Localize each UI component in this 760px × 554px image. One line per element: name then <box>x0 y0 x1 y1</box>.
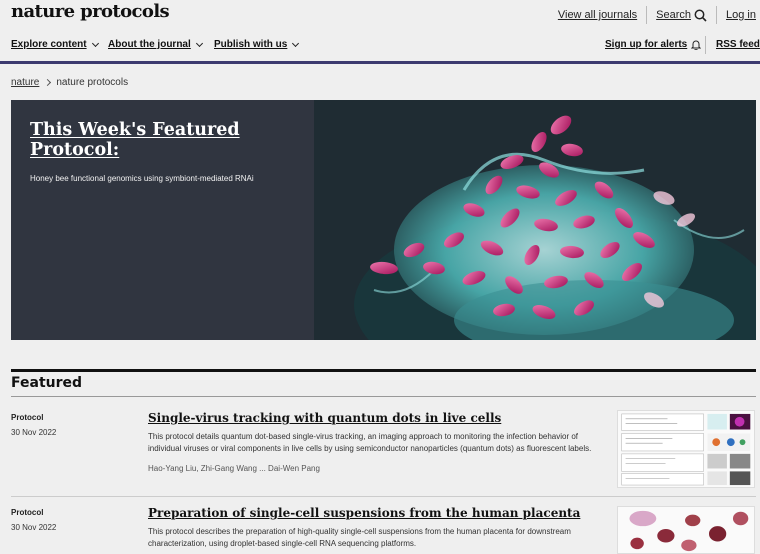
nav-publish[interactable]: Publish with us <box>214 39 300 50</box>
article-date: 30 Nov 2022 <box>11 428 57 437</box>
bell-icon <box>691 40 702 50</box>
hero-subtitle: Honey bee functional genomics using symb… <box>30 174 254 183</box>
nav-label: About the journal <box>108 39 191 50</box>
featured-heading: Featured <box>11 375 83 391</box>
chevron-right-icon <box>44 78 52 87</box>
nav-label: Explore content <box>11 39 87 50</box>
login-link[interactable]: Log in <box>726 9 756 21</box>
breadcrumb-current: nature protocols <box>56 77 129 88</box>
search-button[interactable]: Search <box>656 9 707 22</box>
article-description: This protocol describes the preparation … <box>148 527 571 548</box>
divider <box>705 36 706 54</box>
sign-up-alerts-link[interactable]: Sign up for alerts <box>605 39 702 50</box>
top-bar: nature protocols View all journals Searc… <box>0 0 760 30</box>
nav-label: Publish with us <box>214 39 288 50</box>
divider <box>646 6 648 24</box>
breadcrumb: nature nature protocols <box>11 77 128 88</box>
rss-feed-link[interactable]: RSS feed <box>716 39 760 50</box>
article-type: Protocol <box>11 508 44 517</box>
featured-protocol-hero[interactable]: This Week's Featured Protocol: Honey bee… <box>11 100 756 340</box>
article-divider <box>11 496 756 497</box>
header-rule <box>0 61 760 64</box>
search-icon[interactable] <box>694 9 707 22</box>
chevron-down-icon <box>292 39 300 47</box>
nav-label: Sign up for alerts <box>605 39 688 50</box>
nav-explore-content[interactable]: Explore content <box>11 39 99 50</box>
main-nav: Explore content About the journal Publis… <box>0 34 760 58</box>
divider <box>716 6 718 24</box>
hero-title[interactable]: This Week's Featured Protocol: <box>30 120 240 160</box>
article-title-link[interactable]: Preparation of single-cell suspensions f… <box>148 506 580 520</box>
section-rule <box>11 369 756 372</box>
top-links: View all journals Search Log in <box>558 6 756 24</box>
section-divider <box>11 396 756 397</box>
article-date: 30 Nov 2022 <box>11 523 57 532</box>
site-logo[interactable]: nature protocols <box>11 1 170 22</box>
nav-label: RSS feed <box>716 39 760 50</box>
breadcrumb-nature[interactable]: nature <box>11 77 39 88</box>
article-authors: Hao-Yang Liu, Zhi-Gang Wang ... Dai-Wen … <box>148 464 320 473</box>
article-title-link[interactable]: Single-virus tracking with quantum dots … <box>148 411 501 425</box>
view-all-journals-link[interactable]: View all journals <box>558 9 637 21</box>
search-label[interactable]: Search <box>656 9 691 21</box>
chevron-down-icon <box>91 39 99 47</box>
chevron-down-icon <box>195 39 203 47</box>
hero-image <box>314 100 756 340</box>
article-type: Protocol <box>11 413 44 422</box>
nav-about-journal[interactable]: About the journal <box>108 39 203 50</box>
article-thumbnail[interactable] <box>617 410 755 488</box>
article-thumbnail[interactable] <box>617 506 755 554</box>
article-description: This protocol details quantum dot-based … <box>148 432 592 453</box>
